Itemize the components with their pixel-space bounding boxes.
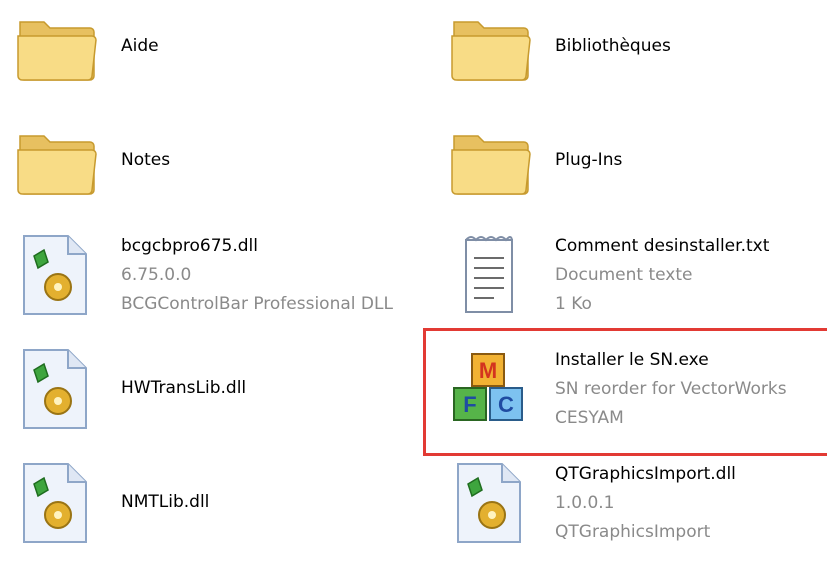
file-label: Aide: [121, 36, 159, 56]
file-label: HWTransLib.dll: [121, 378, 247, 398]
file-item-plug-ins[interactable]: Plug-Ins: [448, 118, 827, 228]
file-item-hwtranslib-dll[interactable]: HWTransLib.dll: [14, 346, 414, 456]
file-label: Bibliothèques: [555, 36, 671, 56]
folder-icon: [448, 4, 534, 90]
text-document-icon: [448, 232, 534, 318]
file-details: QTGraphicsImport.dll 1.0.0.1 QTGraphicsI…: [555, 464, 736, 542]
dll-icon: [14, 346, 100, 432]
file-label: NMTLib.dll: [121, 492, 210, 512]
dll-icon: [14, 460, 100, 546]
file-item-aide[interactable]: Aide: [14, 4, 414, 114]
file-item-bcgcbpro675-dll[interactable]: bcgcbpro675.dll 6.75.0.0 BCGControlBar P…: [14, 232, 414, 342]
file-item-notes[interactable]: Notes: [14, 118, 414, 228]
file-details: Comment desinstaller.txt Document texte …: [555, 236, 770, 314]
file-label: Plug-Ins: [555, 150, 623, 170]
file-details: bcgcbpro675.dll 6.75.0.0 BCGControlBar P…: [121, 236, 393, 314]
folder-icon: [448, 118, 534, 204]
highlight-box: [423, 328, 827, 456]
folder-icon: [14, 4, 100, 90]
file-item-comment-desinstaller-txt[interactable]: Comment desinstaller.txt Document texte …: [448, 232, 827, 342]
file-item-qtgraphicsimport-dll[interactable]: QTGraphicsImport.dll 1.0.0.1 QTGraphicsI…: [448, 460, 827, 570]
file-label: Notes: [121, 150, 171, 170]
dll-icon: [448, 460, 534, 546]
folder-icon: [14, 118, 100, 204]
dll-icon: [14, 232, 100, 318]
file-item-bibliotheques[interactable]: Bibliothèques: [448, 4, 827, 114]
file-item-nmtlib-dll[interactable]: NMTLib.dll: [14, 460, 414, 570]
